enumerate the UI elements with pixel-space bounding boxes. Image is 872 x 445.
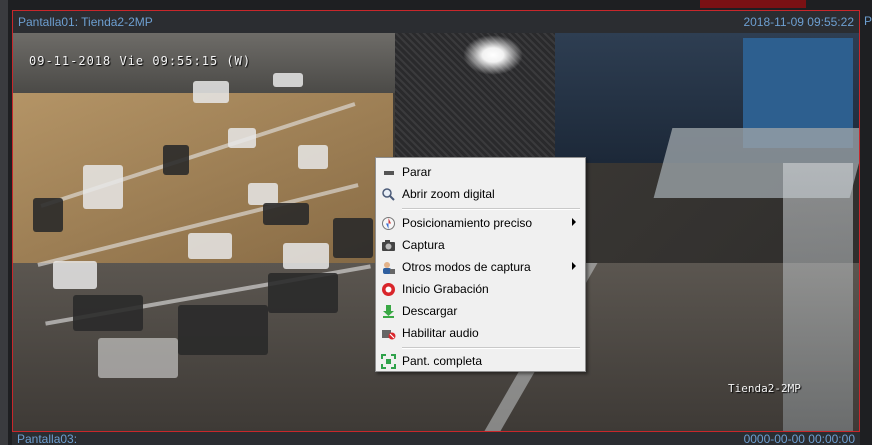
scene-product: [73, 295, 143, 331]
osd-camera-name: Tienda2-2MP: [728, 382, 801, 395]
stop-icon: [381, 165, 396, 180]
scene-product: [178, 305, 268, 355]
scene-ceiling-light: [463, 35, 523, 75]
pane-timestamp: 0000-00-00 00:00:00: [743, 432, 855, 445]
scene-product: [193, 81, 229, 103]
scene-product: [228, 128, 256, 148]
menu-item-other-capture-modes[interactable]: Otros modos de captura: [376, 257, 585, 278]
scene-product: [248, 183, 278, 205]
menu-separator: [402, 347, 580, 349]
scene-product: [298, 145, 328, 169]
menu-item-label: Habilitar audio: [402, 326, 479, 340]
audio-icon: [381, 326, 396, 341]
pane-timestamp: 2018-11-09 09:55:22: [743, 15, 854, 29]
menu-item-precise-positioning[interactable]: Posicionamiento preciso: [376, 213, 585, 234]
menu-item-enable-audio[interactable]: Habilitar audio: [376, 323, 585, 344]
menu-item-label: Posicionamiento preciso: [402, 216, 533, 230]
scene-product: [53, 261, 97, 289]
fullscreen-icon: [381, 354, 396, 369]
adjacent-pane-label: P: [864, 14, 872, 28]
scene-product: [98, 338, 178, 378]
camera-icon: [381, 238, 396, 253]
scene-product: [283, 243, 329, 269]
menu-item-label: Descargar: [402, 304, 458, 318]
video-pane-3-header[interactable]: Pantalla03: 0000-00-00 00:00:00: [12, 432, 860, 445]
capture-modes-icon: [381, 260, 396, 275]
scene-product: [333, 218, 373, 258]
scene-product: [83, 165, 123, 209]
menu-item-capture[interactable]: Captura: [376, 235, 585, 256]
menu-item-start-recording[interactable]: Inicio Grabación: [376, 279, 585, 300]
menu-item-label: Captura: [402, 238, 445, 252]
zoom-icon: [381, 187, 396, 202]
menu-item-label: Inicio Grabación: [402, 282, 489, 296]
pane-title: Pantalla03:: [17, 432, 78, 445]
menu-item-label: Parar: [402, 165, 432, 179]
osd-datetime: 09-11-2018 Vie 09:55:15 (W): [29, 54, 252, 68]
menu-item-label: Otros modos de captura: [402, 260, 531, 274]
ptz-icon: [381, 216, 396, 231]
context-menu: Parar Abrir zoom digital Posicionamiento…: [375, 157, 586, 372]
scene-product: [33, 198, 63, 232]
menu-item-digital-zoom[interactable]: Abrir zoom digital: [376, 184, 585, 205]
left-edge-strip: [0, 0, 8, 445]
menu-item-fullscreen[interactable]: Pant. completa: [376, 351, 585, 372]
submenu-arrow-icon: [572, 262, 576, 270]
active-indicator-bar: [700, 0, 806, 8]
scene-product: [263, 203, 309, 225]
scene-product: [273, 73, 303, 87]
record-icon: [381, 282, 396, 297]
pane-header: Pantalla01: Tienda2-2MP 2018-11-09 09:55…: [13, 11, 859, 33]
submenu-arrow-icon: [572, 218, 576, 226]
menu-item-stop[interactable]: Parar: [376, 162, 585, 183]
scene-product: [268, 273, 338, 313]
scene-product: [188, 233, 232, 259]
menu-separator: [402, 208, 580, 210]
menu-item-label: Abrir zoom digital: [402, 187, 495, 201]
menu-item-download[interactable]: Descargar: [376, 301, 585, 322]
pane-title: Pantalla01: Tienda2-2MP: [18, 15, 153, 29]
download-icon: [381, 304, 396, 319]
scene-product: [163, 145, 189, 175]
menu-item-label: Pant. completa: [402, 354, 483, 368]
